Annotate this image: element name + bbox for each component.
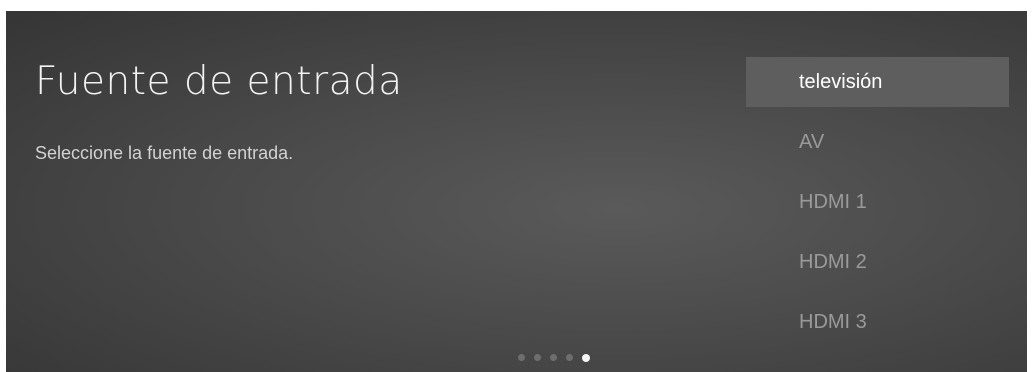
input-source-screen: Fuente de entrada Seleccione la fuente d…: [6, 11, 1027, 372]
source-item-hdmi-1[interactable]: HDMI 1: [746, 177, 1009, 227]
source-item-television[interactable]: televisión: [746, 57, 1009, 107]
page-indicator: [518, 353, 590, 362]
page-dot-3: [550, 354, 557, 361]
page-dot-4: [566, 354, 573, 361]
page-subtitle: Seleccione la fuente de entrada.: [35, 143, 294, 163]
page-title: Fuente de entrada: [35, 59, 403, 104]
source-item-av[interactable]: AV: [746, 117, 1009, 167]
input-source-list: televisión AV HDMI 1 HDMI 2 HDMI 3: [746, 57, 1009, 357]
source-item-hdmi-2[interactable]: HDMI 2: [746, 237, 1009, 287]
source-item-hdmi-3[interactable]: HDMI 3: [746, 297, 1009, 347]
page-dot-1: [518, 354, 525, 361]
page-dot-2: [534, 354, 541, 361]
page-dot-5-active: [582, 353, 590, 362]
